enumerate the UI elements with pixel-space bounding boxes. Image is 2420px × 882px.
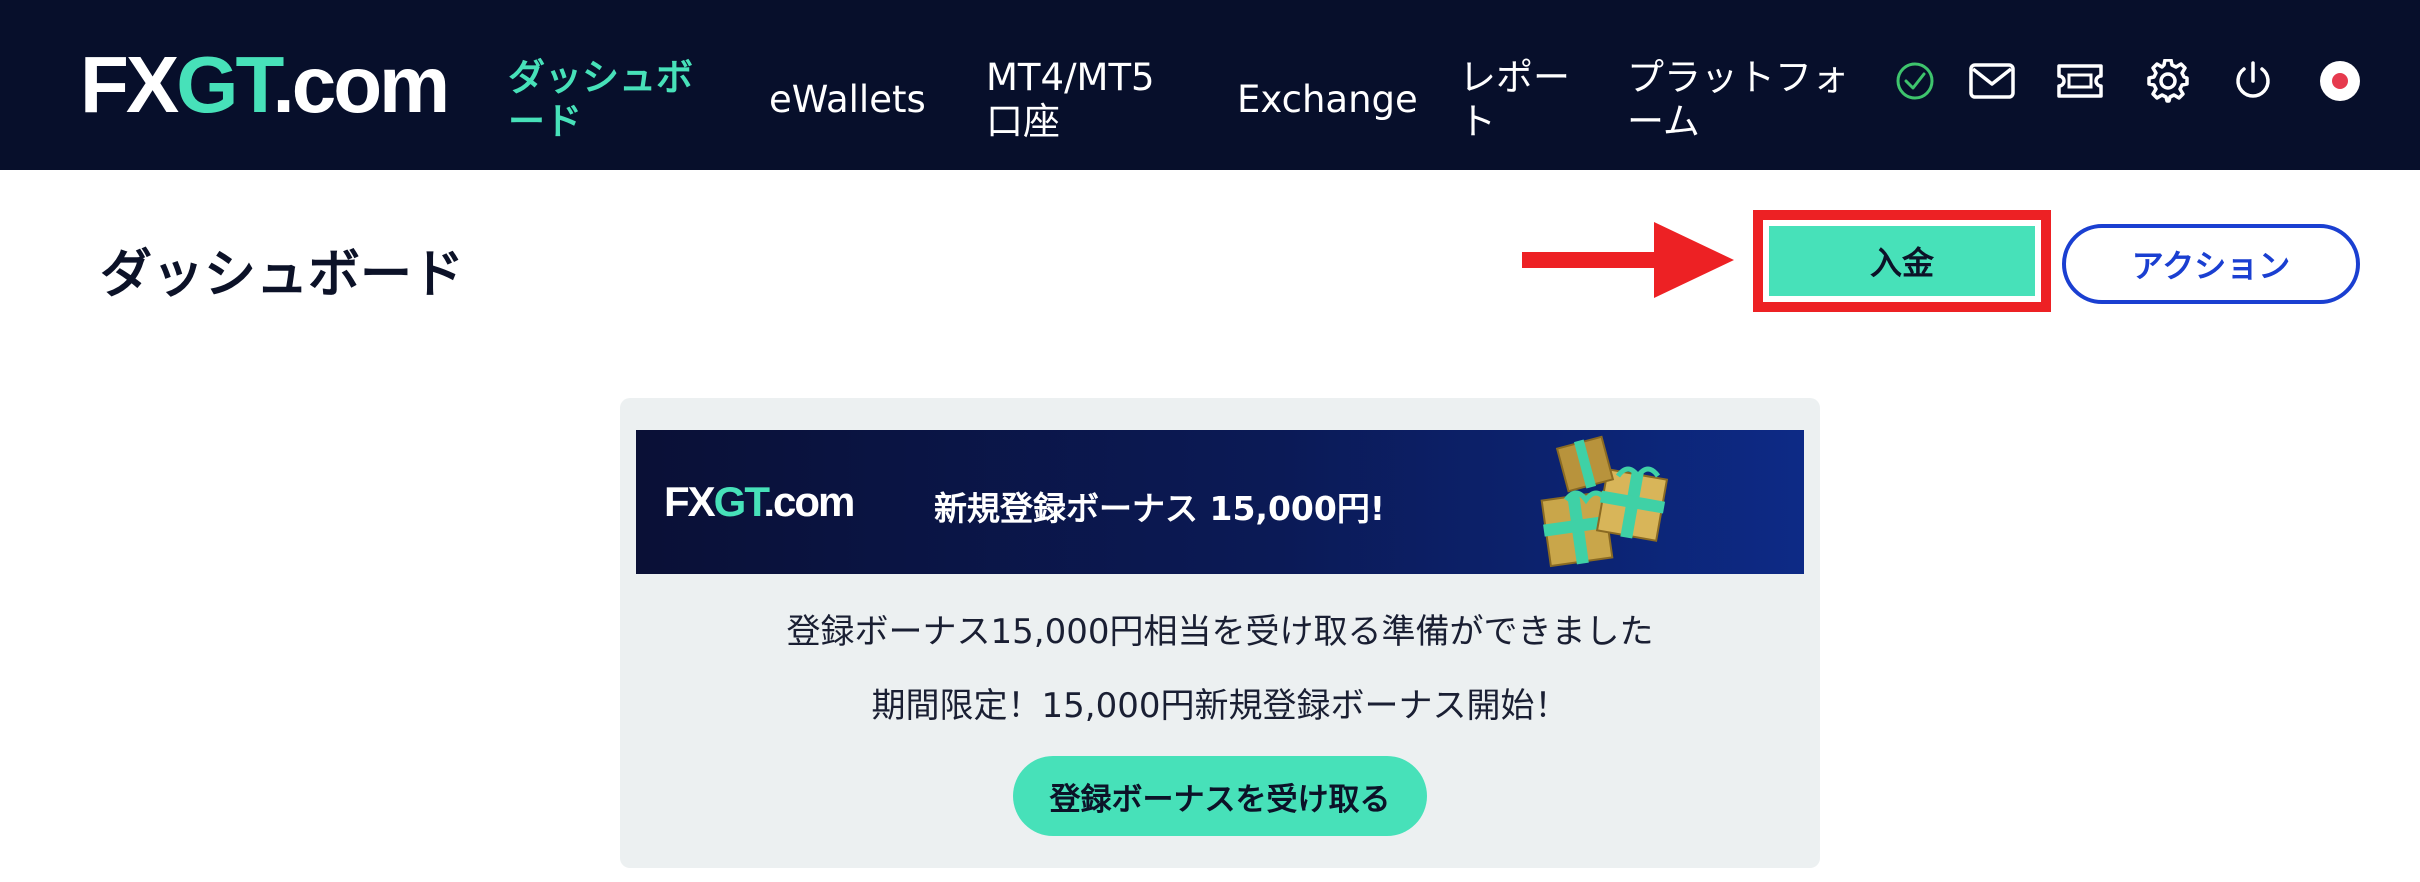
nav-dashboard-line2: ード [508, 100, 582, 143]
nav-mt-line2: 口座 [986, 100, 1060, 143]
nav-ewallets-label: eWallets [769, 78, 926, 121]
deposit-button[interactable]: 入金 [1769, 226, 2035, 296]
top-navbar: FXGT.com ダッシュボ ード eWallets MT4/MT5 口座 Ex… [0, 0, 2420, 170]
red-arrow-annotation [1522, 222, 1734, 298]
gear-icon[interactable] [2138, 56, 2198, 106]
bonus-ready-text: 登録ボーナス15,000円相当を受け取る準備ができました [786, 612, 1654, 652]
page-title: ダッシュボード [100, 245, 465, 305]
nav-platform[interactable]: プラットフォ ーム [1627, 56, 1849, 144]
nav-report[interactable]: レポー ト [1459, 56, 1570, 144]
logo-com: .com [272, 40, 450, 129]
action-button[interactable]: アクション [2062, 224, 2360, 304]
nav-dashboard[interactable]: ダッシュボ ード [508, 56, 693, 144]
bonus-banner[interactable]: FXGT.com 新規登録ボーナス 15,000円! [636, 430, 1804, 574]
nav-dashboard-line1: ダッシュボ [508, 56, 693, 99]
nav-ewallets[interactable]: eWallets [769, 78, 926, 122]
nav-report-line1: レポー [1459, 56, 1570, 99]
nav-report-line2: ト [1459, 100, 1496, 143]
power-icon[interactable] [2223, 56, 2283, 106]
nav-exchange-label: Exchange [1237, 78, 1418, 121]
nav-platform-line1: プラットフォ [1627, 56, 1849, 99]
ticket-icon[interactable] [2050, 56, 2110, 106]
banner-logo: FXGT.com [664, 478, 855, 526]
claim-bonus-button[interactable]: 登録ボーナスを受け取る [1013, 756, 1427, 836]
bonus-promo-card: FXGT.com 新規登録ボーナス 15,000円! 登録ボーナス15,000円… [620, 398, 1820, 868]
nav-mt4-mt5-accounts[interactable]: MT4/MT5 口座 [986, 56, 1155, 144]
limited-time-text: 期間限定！15,000円新規登録ボーナス開始！ [871, 686, 1569, 726]
nav-exchange[interactable]: Exchange [1237, 78, 1418, 122]
banner-logo-fx: FX [664, 478, 716, 525]
fxgt-logo[interactable]: FXGT.com [80, 40, 450, 130]
gift-boxes-icon [1540, 435, 1669, 568]
japan-flag-icon[interactable] [2310, 56, 2370, 106]
banner-logo-com: .com [763, 478, 855, 525]
verified-check-icon[interactable] [1885, 56, 1945, 106]
mail-icon[interactable] [1962, 56, 2022, 106]
nav-mt-line1: MT4/MT5 [986, 56, 1155, 99]
logo-gt: GT [176, 40, 275, 129]
logo-fx: FX [80, 40, 179, 129]
banner-logo-gt: GT [713, 478, 766, 525]
banner-headline: 新規登録ボーナス 15,000円! [934, 489, 1385, 528]
nav-platform-line2: ーム [1627, 100, 1700, 143]
